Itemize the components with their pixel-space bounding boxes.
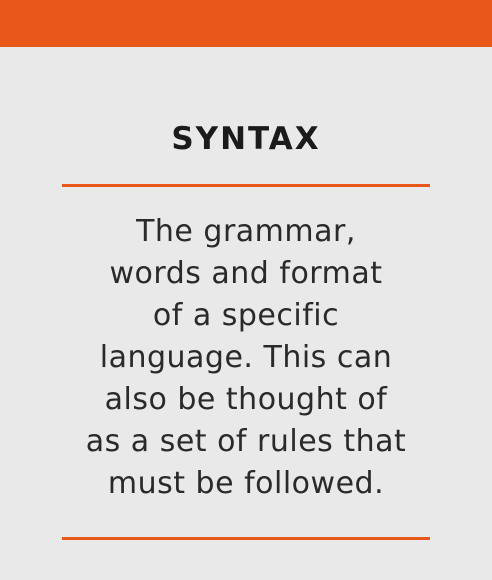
definition-line: as a set of rules that (85, 424, 407, 459)
definition-line: also be thought of (104, 382, 388, 417)
definition-line: The grammar, (136, 214, 356, 249)
top-accent-bar (0, 0, 492, 47)
definition-line: of a specific (152, 298, 340, 333)
definition-card: SYNTAX The grammar, words and format of … (0, 47, 492, 580)
divider-bottom (62, 537, 430, 540)
term-title: SYNTAX (171, 121, 321, 157)
definition-line: language. This can (99, 340, 393, 375)
definition-line: must be followed. (107, 466, 385, 501)
definition-text: The grammar, words and format of a speci… (40, 211, 452, 505)
divider-top (62, 184, 430, 187)
definition-line: words and format (109, 256, 383, 291)
